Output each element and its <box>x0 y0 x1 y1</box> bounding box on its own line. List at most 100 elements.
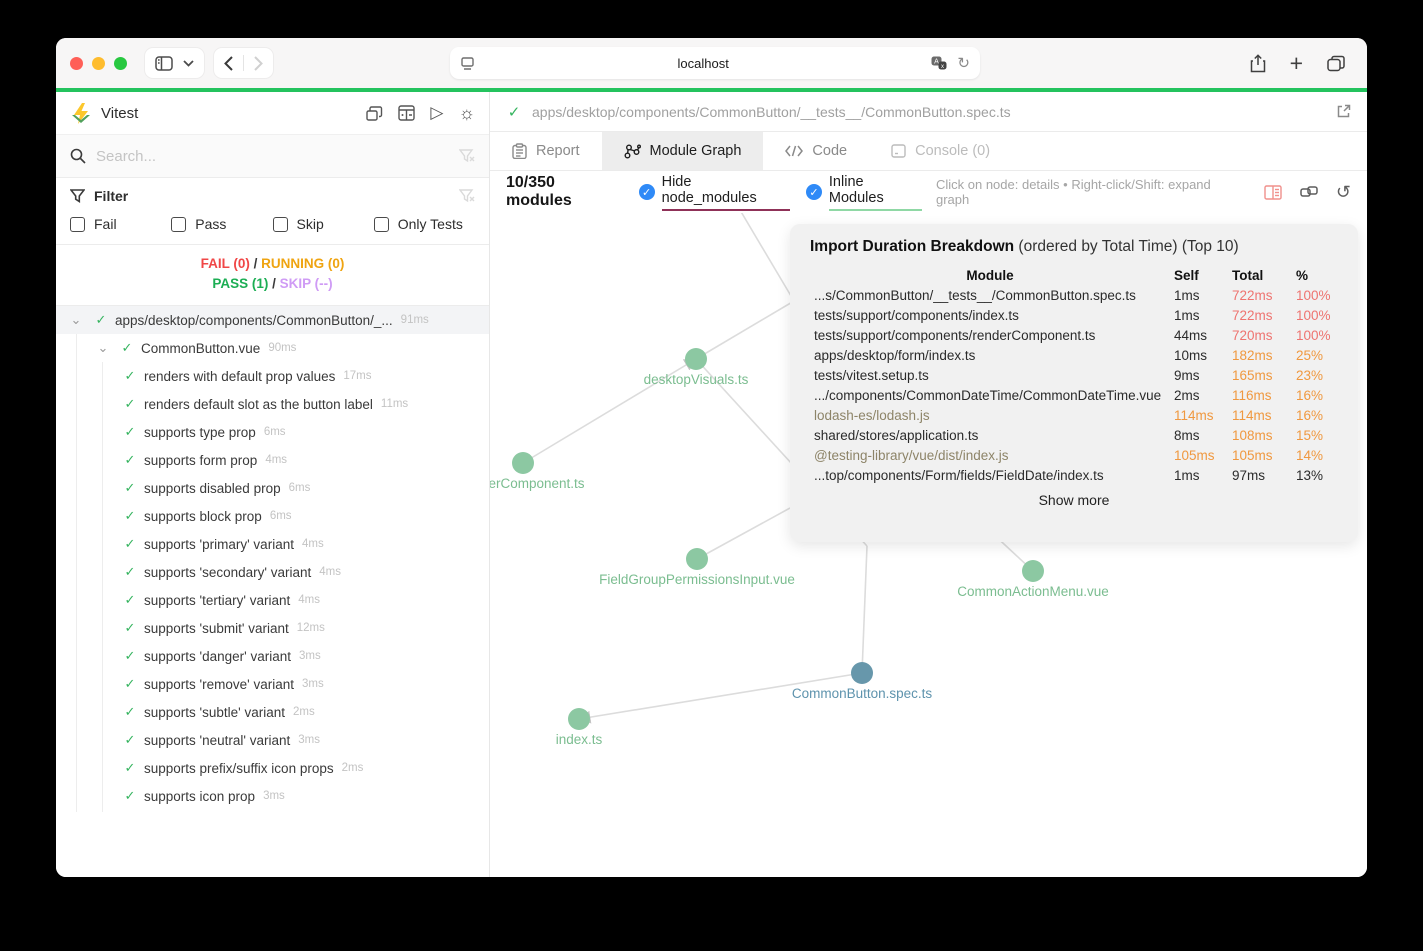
table-row[interactable]: tests/vitest.setup.ts 9ms 165ms 23% <box>810 365 1338 385</box>
table-row[interactable]: tests/support/components/index.ts 1ms 722m… <box>810 305 1338 325</box>
pct-cell: 23% <box>1296 367 1324 383</box>
run-all-icon[interactable]: ▷ <box>430 103 443 123</box>
filter-checkbox-pass[interactable]: Pass <box>171 216 272 232</box>
tree-row-test[interactable]: ✓ supports prefix/suffix icon props 2ms <box>56 754 489 782</box>
new-tab-button[interactable]: + <box>1290 50 1303 77</box>
chevron-down-icon[interactable]: ⌄ <box>96 340 110 356</box>
tab-code[interactable]: Code <box>763 132 869 170</box>
chevron-down-icon[interactable] <box>183 59 194 67</box>
table-row[interactable]: ...top/components/Form/fields/FieldDate/… <box>810 465 1338 485</box>
tab-report[interactable]: Report <box>490 132 602 170</box>
checkbox-icon[interactable] <box>70 216 85 232</box>
external-link-icon[interactable] <box>1336 104 1351 119</box>
dashboard-icon[interactable] <box>398 105 416 121</box>
toggle-inline-modules[interactable]: ✓ Inline Modules <box>805 174 922 211</box>
toggle-hide-node-modules[interactable]: ✓ Hide node_modules <box>638 174 790 211</box>
check-icon: ✓ <box>124 480 136 495</box>
tree-row-test[interactable]: ✓ supports icon prop 3ms <box>56 782 489 810</box>
checkbox-icon[interactable] <box>171 216 187 232</box>
chevron-down-icon[interactable]: ⌄ <box>69 312 83 328</box>
tab-icon <box>891 144 906 158</box>
check-icon: ✓ <box>124 368 136 383</box>
theme-toggle-icon[interactable]: ☼ <box>459 103 476 124</box>
checkbox-label: Skip <box>296 216 324 232</box>
graph-node-fieldgrouppermissionsinput-vue[interactable] <box>686 548 708 570</box>
svg-text:x: x <box>941 64 944 70</box>
minimize-window-button[interactable] <box>92 56 105 70</box>
graph-edge <box>740 213 795 302</box>
back-button[interactable] <box>224 55 233 71</box>
tree-row-file[interactable]: ⌄ ✓ apps/desktop/components/CommonButton… <box>56 306 489 334</box>
tree-row-test[interactable]: ✓ supports disabled prop 6ms <box>56 474 489 502</box>
module-cell: tests/vitest.setup.ts <box>814 367 929 383</box>
vitest-logo-icon <box>70 102 92 124</box>
show-more-button[interactable]: Show more <box>810 492 1338 508</box>
fail-count: FAIL (0) <box>200 256 250 271</box>
tree-row-test[interactable]: ✓ renders default slot as the button labe… <box>56 390 489 418</box>
checked-circle-icon[interactable]: ✓ <box>638 184 655 200</box>
tree-row-test[interactable]: ✓ supports form prop 4ms <box>56 446 489 474</box>
graph-edge <box>695 300 795 360</box>
reload-icon[interactable]: ↻ <box>957 54 970 72</box>
table-row[interactable]: apps/desktop/form/index.ts 10ms 182ms 25% <box>810 345 1338 365</box>
reset-graph-icon[interactable]: ↺ <box>1336 182 1351 203</box>
table-row[interactable]: ...s/CommonButton/__tests__/CommonButton… <box>810 285 1338 305</box>
filter-checkbox-skip[interactable]: Skip <box>272 216 374 232</box>
checkbox-icon[interactable] <box>373 216 389 232</box>
table-row[interactable]: shared/stores/application.ts 8ms 108ms 15% <box>810 425 1338 445</box>
checked-circle-icon[interactable]: ✓ <box>805 184 822 200</box>
filter-checkbox-only-tests[interactable]: Only Tests <box>373 216 475 232</box>
sidebar-toggle-icon[interactable] <box>155 55 173 71</box>
tab-module-graph[interactable]: Module Graph <box>601 132 764 170</box>
self-cell: 114ms <box>1174 407 1214 423</box>
forward-button[interactable] <box>254 55 263 71</box>
table-row[interactable]: lodash-es/lodash.js 114ms 114ms 16% <box>810 405 1338 425</box>
zoom-window-button[interactable] <box>114 56 127 70</box>
address-bar[interactable]: localhost Ax ↻ <box>450 47 980 79</box>
breakdown-table-icon[interactable] <box>1264 184 1282 200</box>
total-cell: 114ms <box>1232 407 1272 423</box>
tree-row-test[interactable]: ✓ supports 'submit' variant 12ms <box>56 614 489 642</box>
graph-node-label: index.ts <box>555 732 603 747</box>
collapse-panels-icon[interactable] <box>366 105 383 121</box>
graph-node-commonbutton-spec-ts[interactable] <box>851 662 873 684</box>
page-settings-icon[interactable] <box>460 56 475 70</box>
tree-row-test[interactable]: ✓ supports block prop 6ms <box>56 502 489 530</box>
graph-node-commonactionmenu-vue[interactable] <box>1022 560 1044 582</box>
total-cell: 722ms <box>1232 307 1273 323</box>
module-cell: tests/support/components/renderComponent… <box>814 327 1096 343</box>
table-row[interactable]: .../components/CommonDateTime/CommonDate… <box>810 385 1338 405</box>
share-icon[interactable] <box>1250 53 1266 73</box>
graph-node-desktopvisuals-ts[interactable] <box>685 348 707 370</box>
graph-node-index-ts[interactable] <box>568 708 590 730</box>
table-row[interactable]: @testing-library/vue/dist/index.js 105ms 1… <box>810 445 1338 465</box>
sidebar: Vitest ▷ ☼ Search... Filter Fail Pass Sk… <box>56 92 490 877</box>
graph-node-rendercomponent-ts[interactable] <box>512 452 534 474</box>
url-text[interactable]: localhost <box>475 56 931 71</box>
check-icon: ✓ <box>124 620 136 635</box>
clear-search-filter-icon[interactable] <box>459 149 475 163</box>
tab-console-0[interactable]: Console (0) <box>869 132 1012 170</box>
tree-row-test[interactable]: ✓ supports 'remove' variant 3ms <box>56 670 489 698</box>
tab-icon <box>512 143 527 159</box>
tab-overview-icon[interactable] <box>1327 55 1345 72</box>
tree-row-test[interactable]: ✓ supports 'tertiary' variant 4ms <box>56 586 489 614</box>
tree-row-test[interactable]: ✓ supports 'secondary' variant 4ms <box>56 558 489 586</box>
filter-checkbox-fail[interactable]: Fail <box>70 216 171 232</box>
translate-icon[interactable]: Ax <box>931 56 947 70</box>
total-cell: 108ms <box>1232 427 1273 443</box>
tree-row-test[interactable]: ✓ renders with default prop values 17ms <box>56 362 489 390</box>
tree-row-test[interactable]: ✓ supports type prop 6ms <box>56 418 489 446</box>
table-row[interactable]: tests/support/components/renderComponent… <box>810 325 1338 345</box>
graph-layout-icon[interactable] <box>1300 184 1318 200</box>
clear-filter-icon[interactable] <box>459 189 475 203</box>
search-input[interactable] <box>96 147 459 165</box>
module-graph[interactable]: desktopVisuals.ts renderComponent.ts Field… <box>490 213 1367 877</box>
tree-row-test[interactable]: ✓ supports 'subtle' variant 2ms <box>56 698 489 726</box>
tree-row-test[interactable]: ✓ supports 'danger' variant 3ms <box>56 642 489 670</box>
tree-row-suite[interactable]: ⌄ ✓ CommonButton.vue 90ms <box>56 334 489 362</box>
tree-row-test[interactable]: ✓ supports 'primary' variant 4ms <box>56 530 489 558</box>
checkbox-icon[interactable] <box>272 216 288 232</box>
tree-row-test[interactable]: ✓ supports 'neutral' variant 3ms <box>56 726 489 754</box>
close-window-button[interactable] <box>70 56 83 70</box>
